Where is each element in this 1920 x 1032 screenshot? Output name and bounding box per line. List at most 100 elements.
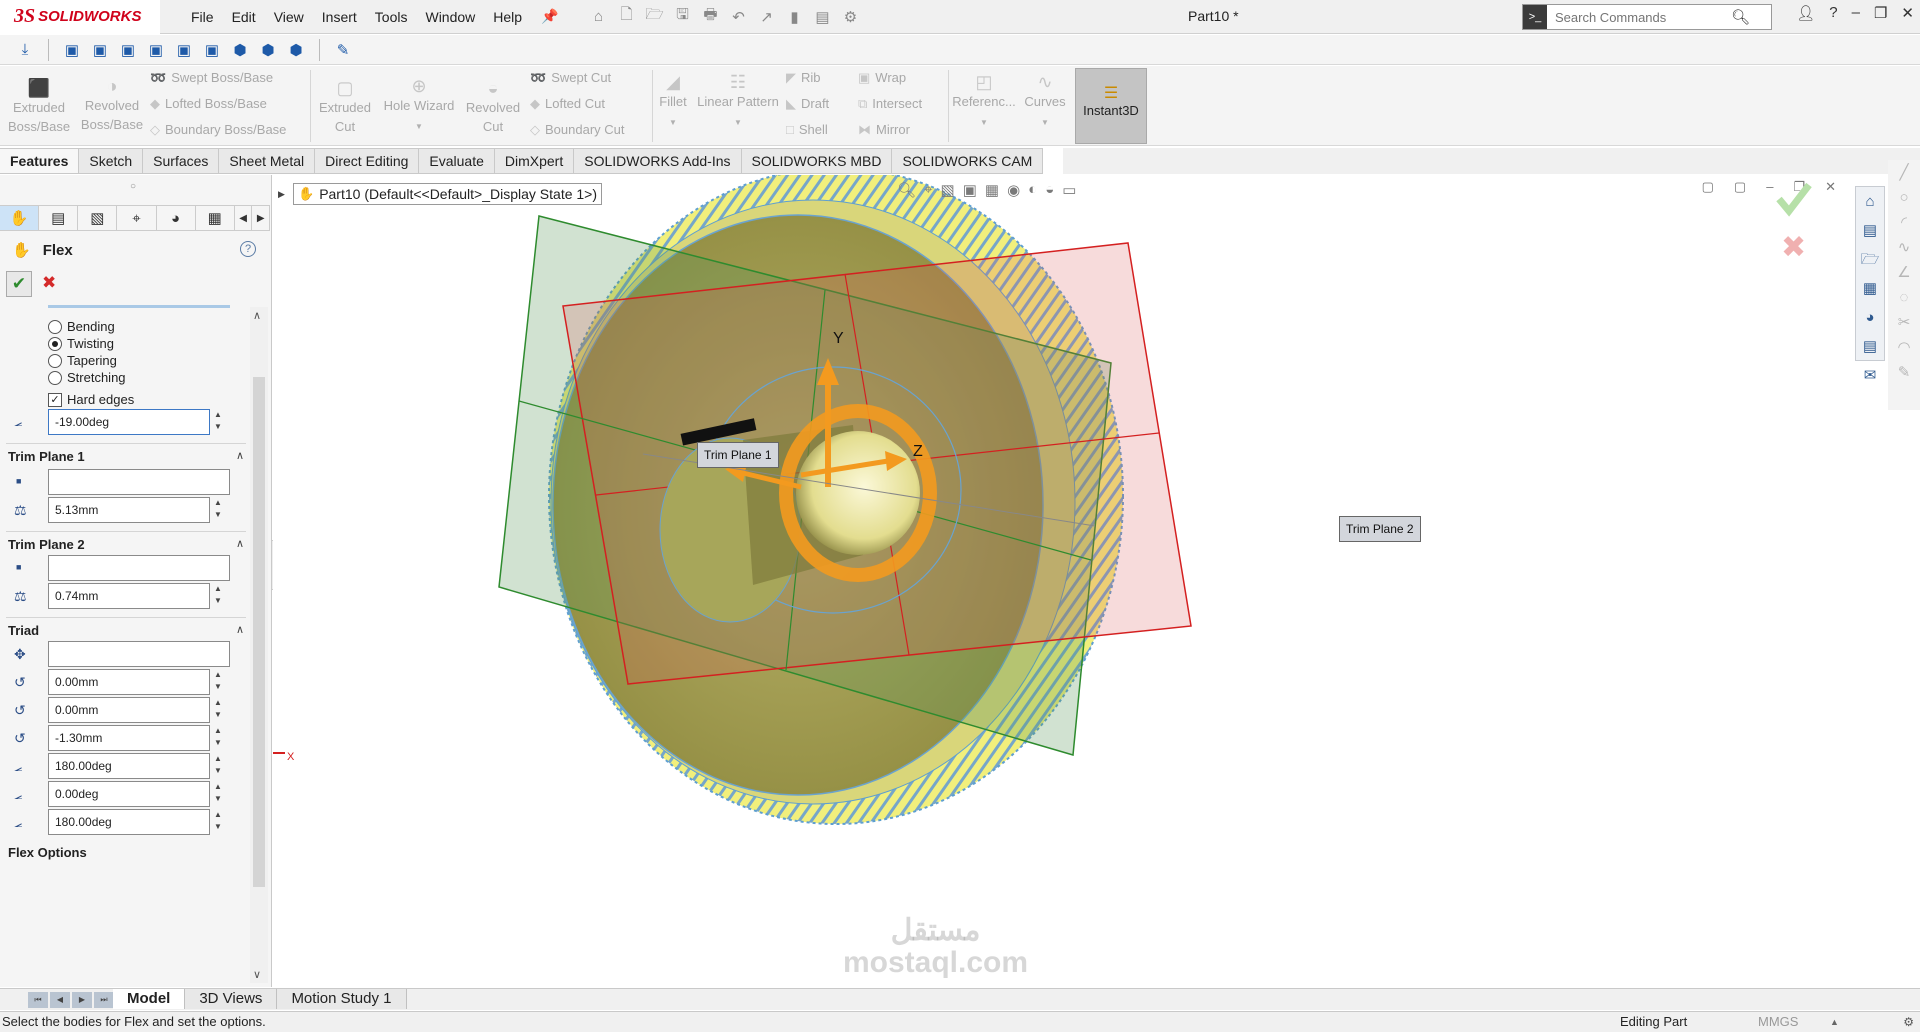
tab-mbd[interactable]: SOLIDWORKS MBD: [741, 148, 893, 174]
print-icon[interactable]: 🖶: [699, 6, 723, 28]
view-front-icon[interactable]: ▣: [61, 39, 83, 61]
curves-dropdown-caret[interactable]: ▼: [1041, 118, 1049, 127]
tab-evaluate[interactable]: Evaluate: [419, 148, 495, 174]
intersect-button[interactable]: ⧉ Intersect: [858, 94, 922, 114]
menu-tools[interactable]: Tools: [366, 9, 417, 25]
menu-insert[interactable]: Insert: [313, 9, 366, 25]
cam-tab-icon[interactable]: ▦: [196, 206, 235, 230]
draft-button[interactable]: ◣ Draft: [786, 94, 829, 114]
triad-rot-y-field[interactable]: 0.00deg: [48, 781, 210, 807]
property-manager-tab-icon[interactable]: ▤: [39, 206, 79, 230]
view-dimetric-icon[interactable]: ⬢: [285, 39, 307, 61]
viewport-close-icon[interactable]: ✕: [1825, 179, 1836, 195]
sketch-arc-icon[interactable]: ◜: [1888, 210, 1920, 235]
linear-pattern-dropdown-caret[interactable]: ▼: [734, 118, 742, 127]
file-explorer-icon[interactable]: 🗁: [1856, 245, 1884, 274]
options-gear-icon[interactable]: ⚙: [839, 6, 863, 28]
angle-spinner[interactable]: ▲ ▼: [214, 409, 222, 433]
revolved-boss-button[interactable]: ◑ Revolved Boss/Base: [80, 76, 144, 134]
tabs-scroll-left-icon[interactable]: ◀: [235, 206, 253, 230]
hole-wizard-dropdown-caret[interactable]: ▼: [415, 122, 423, 131]
instant3d-button[interactable]: ☰ Instant3D: [1075, 68, 1147, 144]
sketch-trim-icon[interactable]: ✂: [1888, 310, 1920, 335]
trim-plane-1-callout[interactable]: Trim Plane 1: [697, 442, 779, 468]
triad-rot-z-field[interactable]: 180.00deg: [48, 809, 210, 835]
view-trimetric-icon[interactable]: ⬢: [257, 39, 279, 61]
triad-rot-x-field[interactable]: 180.00deg: [48, 753, 210, 779]
ok-button[interactable]: ✔: [6, 271, 32, 297]
view-settings-icon[interactable]: ▭: [1062, 181, 1076, 199]
select-icon[interactable]: ↗: [755, 6, 779, 28]
tab-3d-views[interactable]: 3D Views: [185, 989, 278, 1009]
feature-tree-tab-icon[interactable]: ✋: [0, 206, 40, 230]
tab-cam[interactable]: SOLIDWORKS CAM: [892, 148, 1044, 174]
feature-tree-breadcrumb[interactable]: ▶ ✋ Part10 (Default<<Default>_Display St…: [278, 183, 603, 205]
gear-model-view[interactable]: Y X Z Y X Z: [273, 175, 1888, 987]
rebuild-icon[interactable]: ▮: [783, 6, 807, 28]
view-left-icon[interactable]: ▣: [117, 39, 139, 61]
graphics-area[interactable]: Y X Z Y X Z ▶ ✋ Part10 (Default<<Default…: [273, 175, 1888, 987]
triad-reference[interactable]: [48, 641, 230, 667]
lofted-boss-button[interactable]: ◆ Lofted Boss/Base: [150, 94, 267, 114]
custom-properties-icon[interactable]: ▤: [1856, 332, 1884, 361]
tab-surfaces[interactable]: Surfaces: [143, 148, 220, 174]
radio-tapering[interactable]: Tapering: [48, 353, 117, 368]
search-icon[interactable]: 🔍︎: [1731, 8, 1750, 26]
triad-x-spinner[interactable]: ▲ ▼: [214, 669, 222, 693]
tab-sheet-metal[interactable]: Sheet Metal: [219, 148, 316, 174]
edit-appearance-icon[interactable]: ◐: [1028, 181, 1037, 199]
scroll-thumb[interactable]: [253, 377, 265, 887]
triad-rot-z-spinner[interactable]: ▲ ▼: [214, 809, 222, 833]
boundary-cut-button[interactable]: ◇ Boundary Cut: [530, 120, 625, 140]
hard-edges-checkbox[interactable]: ✓ Hard edges: [48, 392, 134, 407]
extruded-boss-button[interactable]: ⬛ Extruded Boss/Base: [8, 78, 70, 136]
trim-plane-1-reference[interactable]: [48, 469, 230, 495]
triad-rot-y-spinner[interactable]: ▲ ▼: [214, 781, 222, 805]
reference-geometry-dropdown-caret[interactable]: ▼: [980, 118, 988, 127]
linear-pattern-button[interactable]: ☷ Linear Pattern ▼: [694, 72, 782, 132]
view-back-icon[interactable]: ▣: [89, 39, 111, 61]
trim-plane-1-header[interactable]: Trim Plane 1 ∧: [8, 449, 244, 464]
display-style-icon[interactable]: ▦: [985, 181, 999, 199]
mirror-button[interactable]: ⧓ Mirror: [858, 120, 910, 140]
angle-field[interactable]: -19.00deg: [48, 409, 210, 435]
expand-arrow-icon[interactable]: ▶: [278, 184, 285, 204]
view-top-icon[interactable]: ▣: [173, 39, 195, 61]
save-icon[interactable]: 🖫: [671, 6, 695, 28]
lofted-cut-button[interactable]: ◆ Lofted Cut: [530, 94, 605, 114]
fillet-dropdown-caret[interactable]: ▼: [669, 118, 677, 127]
hide-show-icon[interactable]: ◉: [1007, 181, 1020, 199]
viewport-minimize-icon[interactable]: –: [1766, 179, 1773, 195]
bodies-selection-box[interactable]: [48, 305, 230, 308]
prev-tab-icon[interactable]: ◀: [50, 992, 70, 1008]
confirm-cancel-icon[interactable]: ✖: [1781, 230, 1806, 265]
confirm-ok-icon[interactable]: [1775, 175, 1815, 231]
help-icon[interactable]: ?: [1829, 4, 1837, 22]
menu-help[interactable]: Help: [484, 9, 531, 25]
open-icon[interactable]: 🗁: [643, 6, 667, 28]
help-icon[interactable]: ?: [240, 241, 256, 257]
section-view-icon[interactable]: ▧: [941, 181, 955, 199]
triad-rot-x-spinner[interactable]: ▲ ▼: [214, 753, 222, 777]
menu-window[interactable]: Window: [416, 9, 484, 25]
design-library-icon[interactable]: ▤: [1856, 216, 1884, 245]
revolved-cut-button[interactable]: ◒ Revolved Cut: [462, 78, 524, 136]
fillet-button[interactable]: ◢ Fillet ▼: [656, 72, 690, 132]
first-tab-icon[interactable]: ⏮: [28, 992, 48, 1008]
solidworks-resources-icon[interactable]: ⌂: [1856, 187, 1884, 216]
sketch-spline-icon[interactable]: ∿: [1888, 235, 1920, 260]
triad-header[interactable]: Triad ∧: [8, 623, 244, 638]
view-orientation-icon[interactable]: ▣: [963, 181, 977, 199]
zoom-to-fit-icon[interactable]: 🔍︎: [897, 181, 916, 199]
curves-button[interactable]: ∿ Curves ▼: [1020, 72, 1070, 132]
shell-button[interactable]: □ Shell: [786, 120, 828, 140]
close-icon[interactable]: ✕: [1901, 4, 1914, 22]
panel-grip-icon[interactable]: ○: [130, 181, 136, 192]
sketch-line-icon[interactable]: ╱: [1888, 160, 1920, 185]
wrap-button[interactable]: ▣ Wrap: [858, 68, 906, 88]
solidworks-logo[interactable]: 3S SOLIDWORKS: [0, 0, 160, 34]
tab-addins[interactable]: SOLIDWORKS Add-Ins: [574, 148, 742, 174]
menu-view[interactable]: View: [265, 9, 313, 25]
user-icon[interactable]: 👤︎: [1796, 4, 1815, 22]
file-properties-icon[interactable]: ▤: [811, 6, 835, 28]
